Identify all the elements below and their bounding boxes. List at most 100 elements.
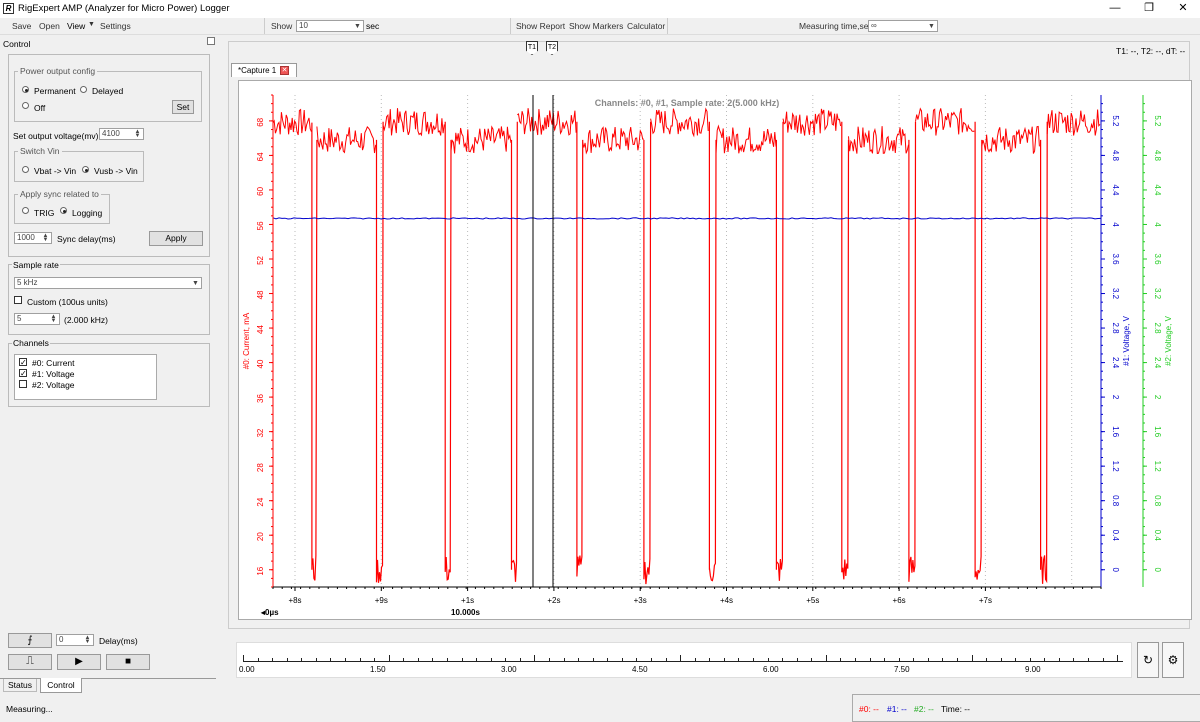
status-bar: Measuring... #0: -- #1: -- #2: -- Time: …	[0, 694, 1200, 722]
y-right2-tick-label: 4	[1153, 222, 1162, 227]
timeline-tick	[417, 658, 419, 662]
custom-rate-checkbox[interactable]	[14, 296, 22, 304]
spin-arrows-icon[interactable]: ▲ ▼	[133, 129, 142, 139]
timeline-label: 0.00	[239, 665, 255, 674]
gear-icon[interactable]: ⚙	[1162, 642, 1184, 678]
edge-trigger-button[interactable]: ⨍	[8, 633, 52, 648]
chevron-down-icon: ▼	[928, 23, 935, 30]
play-button[interactable]: ▶	[57, 654, 101, 670]
spin-arrows-icon[interactable]: ▲ ▼	[83, 635, 92, 645]
sync-delay-spinbox[interactable]: 1000 ▲ ▼	[14, 232, 52, 244]
timeline-tick	[1044, 658, 1046, 662]
delayed-radio[interactable]	[80, 86, 87, 93]
trig-radio[interactable]	[22, 207, 29, 214]
calculator-button[interactable]: Calculator	[627, 21, 665, 31]
undock-icon[interactable]	[207, 37, 215, 45]
permanent-label: Permanent	[34, 86, 76, 96]
spin-arrows-icon[interactable]: ▲ ▼	[49, 314, 58, 324]
channel-2-checkbox[interactable]	[19, 380, 27, 388]
y-left-label: #0: Current, mA	[242, 312, 251, 369]
save-button[interactable]: Save	[12, 21, 31, 31]
show-markers-button[interactable]: Show Markers	[569, 21, 623, 31]
current-dip	[576, 121, 584, 577]
timeline-tick	[752, 658, 754, 662]
maximize-button[interactable]: ❐	[1132, 0, 1166, 18]
chevron-down-icon: ▼	[354, 23, 361, 30]
show-label: Show	[271, 21, 293, 31]
pulse-button[interactable]: ⎍	[8, 654, 52, 670]
channel-1-checkbox[interactable]: ✓	[19, 369, 27, 378]
view-menu[interactable]: View	[67, 21, 85, 31]
timeline-tick	[825, 655, 827, 662]
channel-2-label[interactable]: #2: Voltage	[32, 380, 75, 390]
current-segment	[517, 108, 577, 136]
view-dropdown-icon[interactable]: ▼	[88, 21, 95, 28]
current-dip	[311, 122, 318, 581]
timeline-tick	[344, 658, 346, 662]
show-duration-combo[interactable]: 10 ▼	[296, 20, 364, 32]
current-dip	[974, 121, 983, 580]
ch1-readout: #1: --	[887, 704, 907, 714]
vbat-label: Vbat -> Vin	[34, 166, 77, 176]
control-panel-title: Control	[3, 39, 31, 49]
stop-button[interactable]: ■	[106, 654, 150, 670]
delay-spinbox[interactable]: 0 ▲ ▼	[56, 634, 94, 646]
timeline-tick	[1117, 655, 1119, 662]
trig-label: TRIG	[34, 208, 55, 218]
current-dip	[510, 121, 518, 582]
measuring-time-combo[interactable]: ∞ ▼	[868, 20, 938, 32]
off-radio[interactable]	[22, 102, 29, 109]
y-right2-tick-label: 4.8	[1153, 150, 1162, 162]
refresh-icon[interactable]: ↻	[1137, 642, 1159, 678]
y-right1-tick-label: 4	[1111, 222, 1120, 227]
timeline-tick	[898, 658, 900, 662]
timeline-tick	[1015, 658, 1017, 662]
y-right2-tick-label: 2.8	[1153, 322, 1162, 334]
chart[interactable]: Channels: #0, #1, Sample rate: 2(5.000 k…	[239, 81, 1193, 621]
custom-rate-spinbox[interactable]: 5 ▲ ▼	[14, 313, 60, 325]
logging-radio[interactable]	[60, 207, 67, 214]
sync-delay-label: Sync delay(ms)	[57, 234, 116, 244]
show-report-button[interactable]: Show Report	[516, 21, 565, 31]
tab-status[interactable]: Status	[3, 679, 37, 692]
current-dip	[708, 121, 717, 582]
vusb-radio[interactable]	[82, 166, 89, 173]
current-segment	[650, 107, 709, 138]
custom-rate-frequency: (2.000 kHz)	[64, 315, 108, 325]
y-right1-tick-label: 2.4	[1111, 357, 1120, 369]
timeline-tick	[578, 658, 580, 662]
channel-1-label[interactable]: #1: Voltage	[32, 369, 75, 379]
permanent-radio[interactable]	[22, 86, 29, 93]
capture-tab[interactable]: *Capture 1 ✕	[231, 63, 297, 77]
close-tab-icon[interactable]: ✕	[280, 66, 289, 75]
y-right2-label: #2: Voltage, V	[1164, 315, 1173, 365]
open-button[interactable]: Open	[39, 21, 60, 31]
current-dip	[841, 121, 850, 580]
timeline-tick	[490, 658, 492, 662]
x-window-label: 10.000s	[451, 608, 480, 617]
off-label: Off	[34, 103, 46, 113]
settings-button[interactable]: Settings	[100, 21, 131, 31]
channel-0-label[interactable]: #0: Current	[32, 358, 75, 368]
tab-control[interactable]: Control	[40, 678, 82, 693]
custom-rate-label: Custom (100us units)	[27, 297, 108, 307]
timeline-tick	[840, 658, 842, 662]
apply-button[interactable]: Apply	[149, 231, 203, 246]
output-voltage-value: 4100	[102, 129, 120, 138]
timeline-tick	[971, 655, 973, 662]
vbat-radio[interactable]	[22, 166, 29, 173]
timeline[interactable]: 0.00 1.50 3.00 4.50 6.00 7.50 9.00	[236, 642, 1132, 678]
spin-arrows-icon[interactable]: ▲ ▼	[41, 233, 50, 243]
close-button[interactable]: ✕	[1166, 0, 1200, 18]
channel-0-checkbox[interactable]: ✓	[19, 358, 27, 367]
sample-rate-title: Sample rate	[12, 260, 60, 270]
delay-label: Delay(ms)	[99, 636, 138, 646]
current-segment	[272, 108, 312, 136]
output-voltage-spinbox[interactable]: 4100 ▲ ▼	[99, 128, 144, 140]
minimize-button[interactable]: —	[1098, 0, 1132, 18]
x-tick-label: +1s	[461, 596, 474, 605]
sample-rate-combo[interactable]: 5 kHz ▼	[14, 277, 202, 289]
set-button[interactable]: Set	[172, 100, 194, 114]
timeline-tick	[665, 658, 667, 662]
y-right1-label: #1: Voltage, V	[1122, 315, 1131, 365]
